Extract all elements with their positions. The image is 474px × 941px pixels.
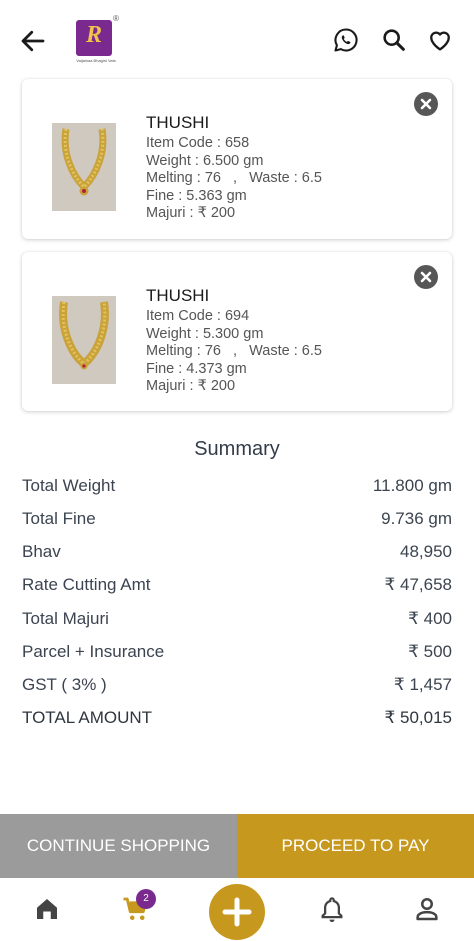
necklace-image (52, 123, 116, 211)
summary-value: ₹ 50,015 (384, 708, 452, 727)
logo-letter: R (85, 22, 102, 48)
summary-label: Total Majuri (22, 609, 109, 628)
brand-logo[interactable]: R ® Vaijainaa Bhagini Vats (72, 14, 120, 64)
product-image[interactable] (52, 123, 116, 211)
summary-label: GST ( 3% ) (22, 675, 107, 694)
summary-value: 48,950 (400, 542, 452, 561)
item-fine: Fine : 5.363 gm (146, 187, 247, 204)
summary-value: 11.800 gm (372, 476, 452, 495)
item-melting-waste: Melting : 76 , Waste : 6.5 (146, 170, 322, 186)
summary-title: Summary (194, 438, 280, 460)
summary-row-total-amount: TOTAL AMOUNT ₹ 50,015 (22, 708, 452, 734)
nav-profile[interactable] (412, 894, 442, 924)
close-icon (420, 98, 432, 110)
summary-row-bhav: Bhav 48,950 (22, 542, 452, 568)
summary-row-total-majuri: Total Majuri ₹ 400 (22, 609, 452, 635)
item-weight: Weight : 5.300 gm (146, 325, 264, 342)
item-majuri: Majuri : ₹ 200 (146, 378, 236, 394)
profile-icon (416, 897, 438, 921)
item-fine: Fine : 4.373 gm (146, 360, 247, 377)
summary-value: ₹ 400 (408, 609, 452, 628)
summary-row-parcel-insurance: Parcel + Insurance ₹ 500 (22, 642, 452, 668)
summary-value: ₹ 47,658 (384, 575, 452, 594)
nav-notifications[interactable] (317, 894, 347, 924)
summary-label: Total Fine (22, 509, 96, 528)
close-icon (420, 271, 432, 283)
arrow-left-icon (21, 30, 45, 52)
remove-item-button[interactable] (414, 265, 438, 289)
summary-label: TOTAL AMOUNT (22, 708, 153, 727)
item-details: THUSHI Item Code : 658 Weight : 6.500 gm… (146, 113, 322, 223)
necklace-image (52, 296, 116, 384)
remove-item-button[interactable] (414, 92, 438, 116)
summary-label: Rate Cutting Amt (22, 575, 151, 594)
product-image[interactable] (52, 296, 116, 384)
search-button[interactable] (380, 26, 408, 54)
summary-value: ₹ 500 (408, 642, 452, 661)
heart-icon (430, 31, 450, 51)
registered-mark: ® (113, 14, 119, 23)
cart-count-badge: 2 (136, 889, 156, 909)
bell-icon (321, 897, 343, 923)
whatsapp-icon (334, 28, 358, 52)
whatsapp-button[interactable] (332, 26, 360, 54)
add-icon (222, 897, 252, 927)
continue-shopping-button[interactable]: CONTINUE SHOPPING (0, 814, 237, 878)
logo-mark: R (76, 20, 112, 56)
proceed-to-pay-button[interactable]: PROCEED TO PAY (237, 814, 474, 878)
item-weight: Weight : 6.500 gm (146, 152, 264, 169)
item-details: THUSHI Item Code : 694 Weight : 5.300 gm… (146, 286, 322, 396)
cart-item-card[interactable]: THUSHI Item Code : 658 Weight : 6.500 gm… (22, 79, 452, 239)
item-title: THUSHI (146, 286, 210, 305)
back-button[interactable] (18, 26, 48, 56)
item-melting-waste: Melting : 76 , Waste : 6.5 (146, 343, 322, 359)
wishlist-button[interactable] (426, 26, 454, 54)
add-button[interactable] (209, 884, 265, 940)
home-icon (37, 899, 57, 919)
summary-label: Bhav (22, 542, 61, 561)
summary-value: ₹ 1,457 (393, 675, 452, 694)
summary-row-total-weight: Total Weight 11.800 gm (22, 476, 452, 502)
app-header: R ® Vaijainaa Bhagini Vats (0, 0, 474, 78)
item-code: Item Code : 694 (146, 308, 250, 324)
search-icon (383, 29, 405, 51)
summary-row-rate-cutting: Rate Cutting Amt ₹ 47,658 (22, 575, 452, 601)
logo-tagline: Vaijainaa Bhagini Vats (76, 58, 116, 63)
summary-row-gst: GST ( 3% ) ₹ 1,457 (22, 675, 452, 701)
item-code: Item Code : 658 (146, 135, 250, 151)
summary-label: Parcel + Insurance (22, 642, 165, 661)
item-majuri: Majuri : ₹ 200 (146, 205, 236, 221)
summary-label: Total Weight (22, 476, 116, 495)
item-title: THUSHI (146, 113, 210, 132)
summary-row-total-fine: Total Fine 9.736 gm (22, 509, 452, 535)
nav-home[interactable] (32, 894, 62, 924)
cart-item-card[interactable]: THUSHI Item Code : 694 Weight : 5.300 gm… (22, 252, 452, 411)
summary-value: 9.736 gm (381, 509, 452, 528)
